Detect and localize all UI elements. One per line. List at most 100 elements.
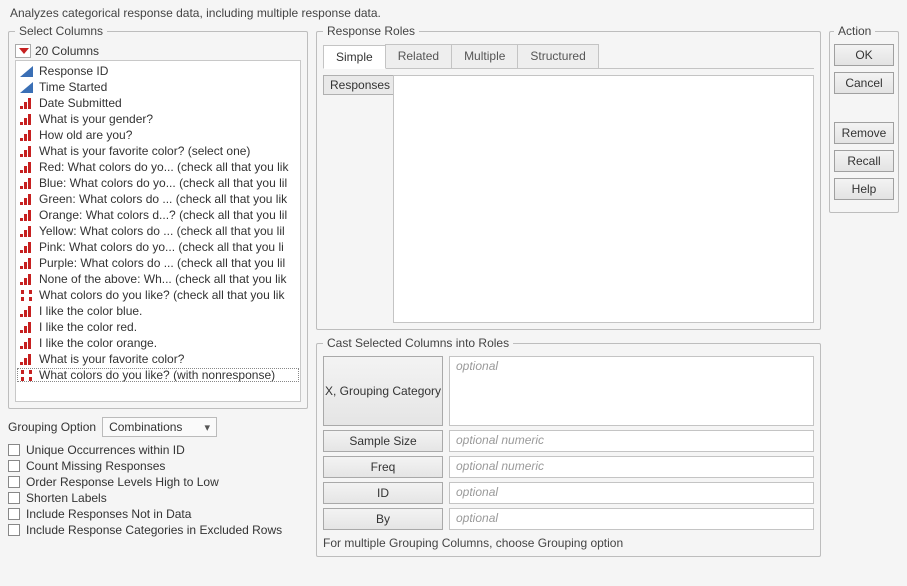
multi-type-icon (20, 290, 33, 301)
multi-type-icon (20, 370, 33, 381)
ok-button[interactable]: OK (834, 44, 894, 66)
column-item-label: Orange: What colors d...? (check all tha… (39, 208, 287, 222)
nominal-type-icon (20, 114, 33, 125)
recall-button[interactable]: Recall (834, 150, 894, 172)
column-item[interactable]: I like the color orange. (16, 335, 300, 351)
nominal-type-icon (20, 194, 33, 205)
nominal-type-icon (20, 226, 33, 237)
column-item[interactable]: How old are you? (16, 127, 300, 143)
checkbox[interactable] (8, 476, 20, 488)
column-item[interactable]: What colors do you like? (check all that… (16, 287, 300, 303)
column-item[interactable]: What is your favorite color? (16, 351, 300, 367)
checkbox-label: Include Response Categories in Excluded … (26, 523, 282, 537)
cast-button-x-grouping-category[interactable]: X, Grouping Category (323, 356, 443, 426)
column-item-label: Yellow: What colors do ... (check all th… (39, 224, 285, 238)
cast-note: For multiple Grouping Columns, choose Gr… (323, 536, 814, 550)
tab-structured[interactable]: Structured (517, 44, 598, 68)
checkbox[interactable] (8, 492, 20, 504)
help-button[interactable]: Help (834, 178, 894, 200)
nominal-type-icon (20, 306, 33, 317)
grouping-option-value: Combinations (109, 420, 182, 434)
cast-field-x-grouping-category[interactable]: optional (449, 356, 814, 426)
responses-role-button[interactable]: Responses (323, 75, 397, 95)
column-item-label: Purple: What colors do ... (check all th… (39, 256, 285, 270)
nominal-type-icon (20, 178, 33, 189)
column-item-label: What is your gender? (39, 112, 153, 126)
tab-multiple[interactable]: Multiple (451, 44, 518, 68)
column-item[interactable]: Yellow: What colors do ... (check all th… (16, 223, 300, 239)
tab-simple[interactable]: Simple (323, 45, 386, 69)
column-item[interactable]: I like the color blue. (16, 303, 300, 319)
column-item-label: None of the above: Wh... (check all that… (39, 272, 286, 286)
cast-button-id[interactable]: ID (323, 482, 443, 504)
response-roles-group: Response Roles SimpleRelatedMultipleStru… (316, 24, 821, 330)
remove-button[interactable]: Remove (834, 122, 894, 144)
column-item-label: Green: What colors do ... (check all tha… (39, 192, 287, 206)
column-item[interactable]: What is your gender? (16, 111, 300, 127)
column-item-label: How old are you? (39, 128, 132, 142)
column-item-label: Pink: What colors do yo... (check all th… (39, 240, 284, 254)
checkbox[interactable] (8, 460, 20, 472)
cast-button-sample-size[interactable]: Sample Size (323, 430, 443, 452)
column-item[interactable]: Date Submitted (16, 95, 300, 111)
nominal-type-icon (20, 98, 33, 109)
nominal-type-icon (20, 210, 33, 221)
cast-button-by[interactable]: By (323, 508, 443, 530)
action-legend: Action (834, 24, 875, 38)
dialog-description: Analyzes categorical response data, incl… (10, 6, 899, 20)
responses-drop-zone[interactable] (393, 75, 814, 323)
continuous-type-icon (20, 66, 33, 77)
column-item[interactable]: Time Started (16, 79, 300, 95)
grouping-option-label: Grouping Option (8, 420, 96, 434)
column-item[interactable]: Pink: What colors do yo... (check all th… (16, 239, 300, 255)
column-item[interactable]: Green: What colors do ... (check all tha… (16, 191, 300, 207)
tab-related[interactable]: Related (385, 44, 452, 68)
checkbox[interactable] (8, 444, 20, 456)
column-item-label: I like the color orange. (39, 336, 157, 350)
checkbox-label: Include Responses Not in Data (26, 507, 191, 521)
column-item-label: Red: What colors do yo... (check all tha… (39, 160, 288, 174)
column-item[interactable]: What is your favorite color? (select one… (16, 143, 300, 159)
checkbox[interactable] (8, 508, 20, 520)
column-item[interactable]: Orange: What colors d...? (check all tha… (16, 207, 300, 223)
nominal-type-icon (20, 354, 33, 365)
nominal-type-icon (20, 242, 33, 253)
grouping-options: Grouping Option Combinations ▾ Unique Oc… (8, 415, 308, 539)
column-item[interactable]: Red: What colors do yo... (check all tha… (16, 159, 300, 175)
nominal-type-icon (20, 322, 33, 333)
columns-menu-trigger[interactable] (15, 44, 31, 58)
column-item[interactable]: Response ID (16, 63, 300, 79)
cast-field-id[interactable]: optional (449, 482, 814, 504)
column-item-label: Date Submitted (39, 96, 122, 110)
column-item[interactable]: What colors do you like? (with nonrespon… (16, 367, 300, 383)
response-roles-legend: Response Roles (323, 24, 419, 38)
cast-field-by[interactable]: optional (449, 508, 814, 530)
column-item-label: What colors do you like? (check all that… (39, 288, 284, 302)
column-item-label: I like the color red. (39, 320, 137, 334)
checkbox-label: Unique Occurrences within ID (26, 443, 185, 457)
red-triangle-icon (19, 48, 29, 54)
column-item[interactable]: None of the above: Wh... (check all that… (16, 271, 300, 287)
column-item-label: Response ID (39, 64, 108, 78)
column-count-label: 20 Columns (35, 44, 99, 58)
cast-field-freq[interactable]: optional numeric (449, 456, 814, 478)
nominal-type-icon (20, 146, 33, 157)
checkbox-label: Order Response Levels High to Low (26, 475, 219, 489)
cast-roles-group: Cast Selected Columns into Roles X, Grou… (316, 336, 821, 557)
cast-roles-legend: Cast Selected Columns into Roles (323, 336, 513, 350)
cancel-button[interactable]: Cancel (834, 72, 894, 94)
checkbox[interactable] (8, 524, 20, 536)
grouping-option-select[interactable]: Combinations ▾ (102, 417, 217, 437)
checkbox-label: Count Missing Responses (26, 459, 165, 473)
column-item-label: Time Started (39, 80, 107, 94)
column-item[interactable]: Purple: What colors do ... (check all th… (16, 255, 300, 271)
column-list[interactable]: Response ID Time Started Date Submitted Wha… (15, 60, 301, 402)
column-item[interactable]: Blue: What colors do yo... (check all th… (16, 175, 300, 191)
cast-button-freq[interactable]: Freq (323, 456, 443, 478)
nominal-type-icon (20, 274, 33, 285)
column-item[interactable]: I like the color red. (16, 319, 300, 335)
column-item-label: Blue: What colors do yo... (check all th… (39, 176, 287, 190)
chevron-down-icon: ▾ (205, 421, 211, 434)
cast-field-sample-size[interactable]: optional numeric (449, 430, 814, 452)
nominal-type-icon (20, 338, 33, 349)
